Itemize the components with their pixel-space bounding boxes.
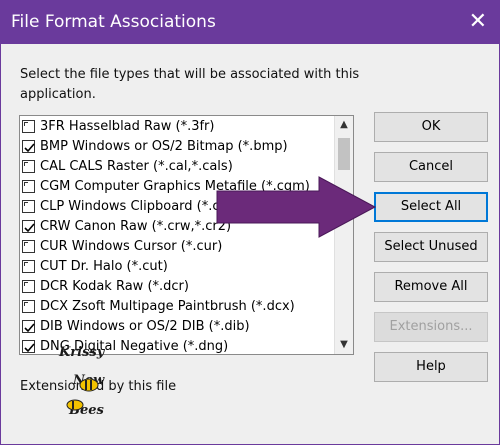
watermark-logo: Krissy New Bees (59, 345, 129, 435)
file-format-associations-dialog: File Format Associations ✕ Select the fi… (0, 0, 500, 445)
arrow-shape (216, 176, 377, 238)
bee-icon (66, 378, 99, 411)
